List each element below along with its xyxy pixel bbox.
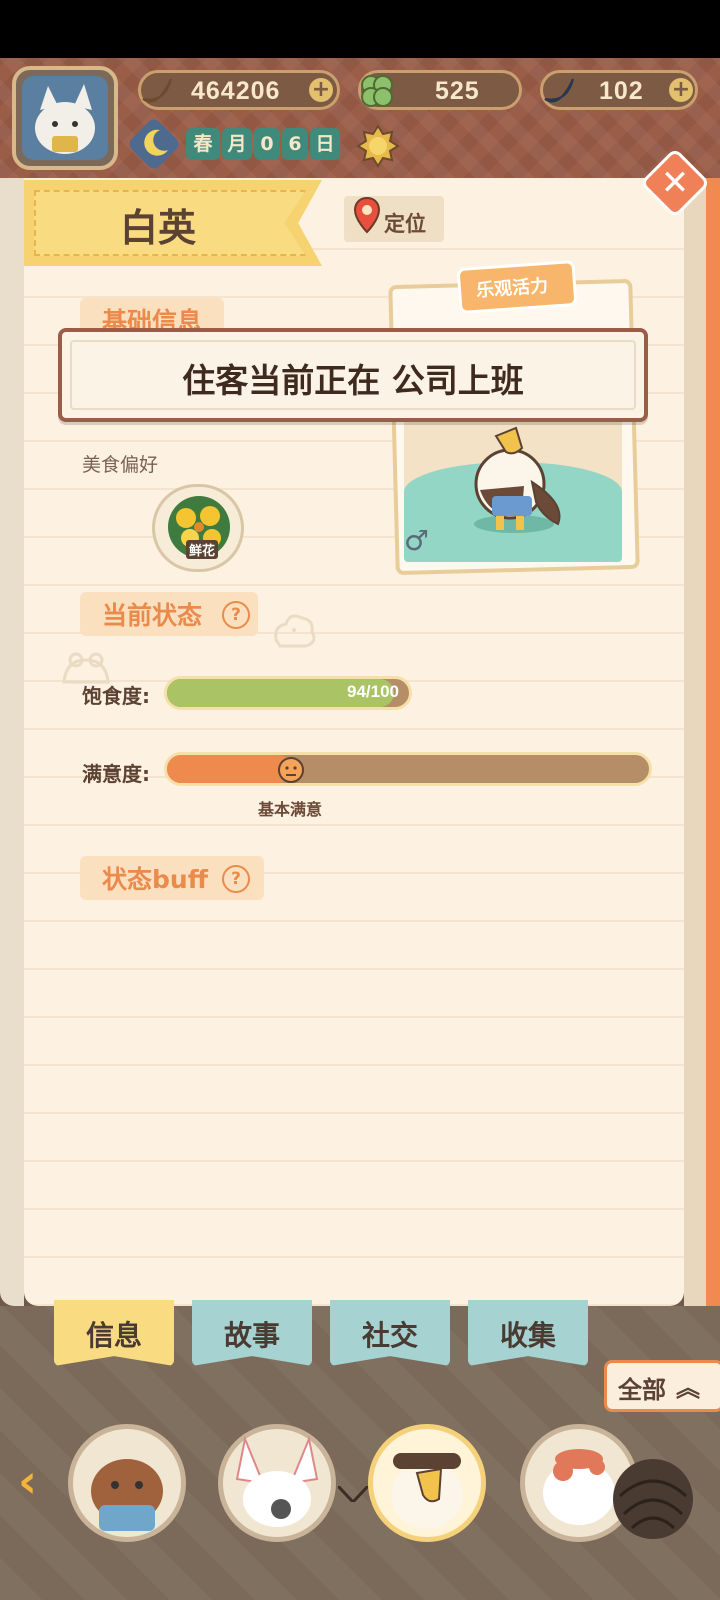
food-preference-label: 美食偏好	[82, 454, 159, 476]
sun-icon	[356, 124, 400, 168]
bunny-avatar-icon	[235, 1435, 319, 1527]
eagle-resident-portrait	[474, 426, 561, 533]
season-chip: 春	[186, 128, 220, 160]
trait-label: 乐观活力	[475, 275, 549, 302]
resident-slot-bunny[interactable]	[218, 1424, 336, 1542]
cat-avatar-icon	[35, 84, 95, 154]
close-icon[interactable]: ✕	[650, 158, 700, 208]
blue-banana-value: 102	[599, 77, 644, 105]
clover-counter[interactable]: 525	[358, 70, 522, 110]
satisfaction-bar	[164, 752, 652, 786]
month-chip: 月	[222, 128, 252, 160]
satiety-label: 饱食度:	[82, 684, 150, 708]
selection-pointer	[336, 1484, 370, 1505]
satiety-bar: 94/100	[164, 676, 412, 710]
day-digit-1: 0	[254, 128, 280, 160]
buff-help-icon[interactable]: ?	[222, 865, 250, 893]
resident-slot-eagle-selected[interactable]	[368, 1424, 486, 1542]
date-display: 春 月 0 6 日	[134, 124, 348, 164]
blue-banana-add-button[interactable]: +	[669, 78, 693, 102]
satisfaction-bar-fill	[167, 755, 293, 783]
player-avatar[interactable]	[22, 76, 108, 160]
resident-slot-beaver[interactable]	[68, 1424, 186, 1542]
all-filter-label[interactable]: 全部	[618, 1370, 666, 1405]
tab-social-label[interactable]: 社交	[330, 1314, 450, 1354]
tab-story-label[interactable]: 故事	[192, 1314, 312, 1354]
tab-info-label[interactable]: 信息	[54, 1314, 174, 1354]
satiety-value: 94/100	[347, 682, 399, 701]
locate-label[interactable]: 定位	[384, 208, 426, 238]
chevron-left-icon[interactable]: ‹	[18, 1454, 37, 1508]
eagle-avatar-icon	[391, 1453, 463, 1529]
tab-collect-label[interactable]: 收集	[468, 1314, 588, 1354]
resident-name: 白英	[120, 206, 197, 250]
banana-value: 464206	[191, 77, 281, 105]
satisfaction-text: 基本满意	[258, 800, 323, 819]
blue-banana-counter[interactable]: 102 +	[540, 70, 698, 110]
banana-counter[interactable]: 464206 +	[138, 70, 340, 110]
banana-add-button[interactable]: +	[309, 78, 333, 102]
clover-value: 525	[435, 77, 480, 105]
neutral-face-icon	[277, 757, 304, 783]
location-pin-icon[interactable]	[352, 196, 382, 236]
double-chevron-up-icon[interactable]: ︽	[676, 1368, 700, 1403]
notebook-left-edge	[0, 178, 24, 1306]
system-status-bar	[0, 0, 720, 58]
male-icon: ♂	[404, 524, 430, 557]
yarn-ball-icon	[613, 1459, 693, 1539]
status-help-icon[interactable]: ?	[222, 601, 250, 629]
satisfaction-label: 满意度:	[82, 762, 150, 786]
day-digit-2: 6	[282, 128, 308, 160]
cat-doodle-icon	[274, 614, 316, 648]
beaver-avatar-icon	[91, 1459, 163, 1531]
notebook-right-edge	[684, 178, 706, 1306]
banana-icon	[142, 78, 172, 103]
notebook-spine	[706, 178, 720, 1306]
activity-popup-text: 住客当前正在 公司上班	[182, 361, 524, 400]
clover-icon	[361, 75, 393, 107]
day-chip: 日	[310, 128, 340, 160]
blue-banana-icon	[544, 78, 574, 103]
food-preference-item: 鲜花	[186, 540, 219, 559]
